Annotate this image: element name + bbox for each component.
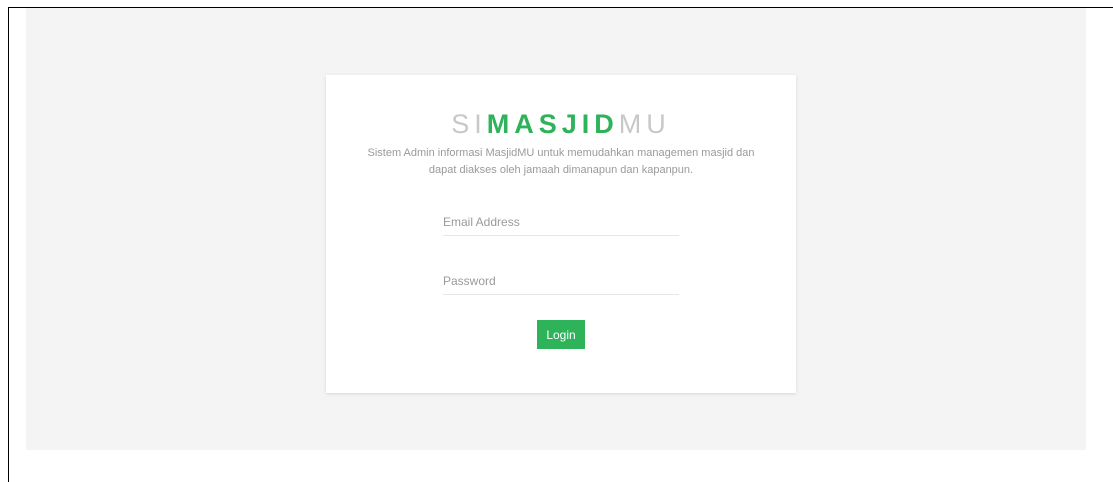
email-input[interactable]	[443, 209, 679, 236]
frame-border-left	[8, 7, 9, 482]
login-button[interactable]: Login	[537, 320, 585, 349]
brand-logo: SIMASJIDMU	[326, 109, 796, 139]
brand-middle: MASJID	[486, 109, 619, 139]
app-description: Sistem Admin informasi MasjidMU untuk me…	[367, 147, 755, 176]
brand-suffix: MU	[618, 109, 671, 139]
brand-prefix: SI	[451, 109, 487, 139]
password-input[interactable]	[443, 268, 679, 295]
login-card: SIMASJIDMU Sistem Admin informasi Masjid…	[326, 75, 796, 393]
